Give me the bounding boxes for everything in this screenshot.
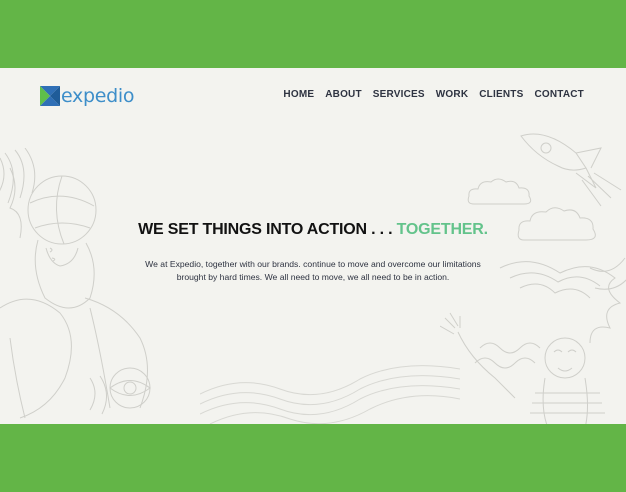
nav-work[interactable]: WORK bbox=[436, 89, 468, 101]
nav-home[interactable]: HOME bbox=[283, 89, 314, 101]
website-frame: expedio HOME ABOUT SERVICES WORK CLIENTS… bbox=[0, 68, 626, 424]
headline-main: WE SET THINGS INTO ACTION . . . bbox=[138, 221, 397, 238]
hero-description-line-2: brought by hard times. We all need to mo… bbox=[176, 272, 450, 282]
headline-accent: TOGETHER. bbox=[396, 221, 488, 238]
wave-lines-illustration bbox=[200, 365, 460, 424]
hero-description-line-1: We at Expedio, together with our brands.… bbox=[145, 259, 481, 269]
logo-wordmark: expedio bbox=[61, 85, 135, 107]
hero-headline: WE SET THINGS INTO ACTION . . . TOGETHER… bbox=[0, 220, 626, 240]
hero-headline-block: WE SET THINGS INTO ACTION . . . TOGETHER… bbox=[0, 220, 626, 240]
site-logo[interactable]: expedio bbox=[40, 85, 135, 107]
main-navigation: HOME ABOUT SERVICES WORK CLIENTS CONTACT bbox=[283, 89, 584, 101]
site-header: expedio HOME ABOUT SERVICES WORK CLIENTS… bbox=[0, 68, 626, 124]
hero-description: We at Expedio, together with our brands.… bbox=[0, 258, 626, 284]
expedio-x-logo-icon bbox=[40, 86, 60, 106]
nav-about[interactable]: ABOUT bbox=[325, 89, 362, 101]
nav-contact[interactable]: CONTACT bbox=[534, 89, 584, 101]
nav-services[interactable]: SERVICES bbox=[373, 89, 425, 101]
basketball-player-illustration bbox=[0, 148, 151, 419]
nav-clients[interactable]: CLIENTS bbox=[479, 89, 523, 101]
